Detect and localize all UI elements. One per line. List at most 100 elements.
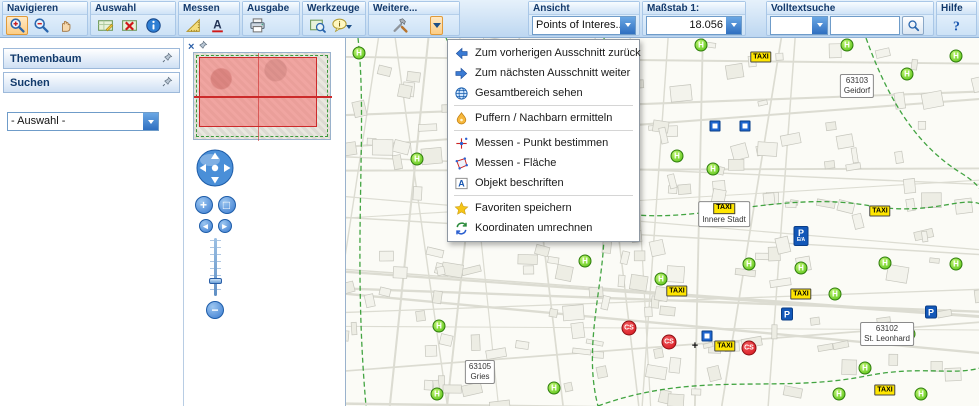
map-search-button[interactable]: [306, 16, 328, 35]
menu-item-previous-extent[interactable]: Zum vorherigen Ausschnitt zurück: [450, 43, 641, 63]
toolbar-group-messen: Messen A: [178, 1, 240, 36]
taxi-stand-marker[interactable]: TAXI: [714, 340, 736, 352]
svg-text:A: A: [458, 178, 465, 188]
transit-stop-marker[interactable]: H: [949, 49, 963, 63]
feature-info-button[interactable]: [142, 16, 164, 35]
chevron-down-icon[interactable]: [812, 16, 827, 34]
menu-item-measure-point[interactable]: Messen - Punkt bestimmen: [450, 133, 637, 153]
zoom-slider-handle[interactable]: [209, 278, 222, 284]
transit-stop-marker[interactable]: H: [352, 46, 366, 60]
pan-compass[interactable]: [195, 148, 235, 191]
more-tools-dropdown-button[interactable]: [430, 15, 443, 35]
panel-header-themenbaum[interactable]: Themenbaum: [3, 48, 180, 69]
zoom-out-tool-button[interactable]: [30, 16, 52, 35]
overview-map[interactable]: [193, 52, 332, 141]
map-navigation-widget: + □ ◂ ▸ −: [193, 148, 237, 319]
transit-stop-marker[interactable]: H: [654, 272, 668, 286]
transit-stop-marker[interactable]: H: [742, 257, 756, 271]
menu-item-full-extent[interactable]: Gesamtbereich sehen: [450, 83, 637, 103]
panel-title-suchen: Suchen: [10, 76, 50, 89]
chevron-down-icon[interactable]: [620, 16, 635, 34]
taxi-stand-marker[interactable]: TAXI: [874, 384, 896, 396]
parking-marker[interactable]: P: [781, 307, 793, 321]
chevron-down-icon[interactable]: [143, 113, 158, 130]
crosshair-marker[interactable]: +: [692, 340, 698, 352]
info-icon: [145, 17, 162, 34]
group-label: Hilfe: [937, 2, 976, 15]
transit-stop-marker[interactable]: H: [949, 257, 963, 271]
taxi-stand-marker[interactable]: TAXI: [790, 288, 812, 300]
panel-header-suchen[interactable]: Suchen: [3, 72, 180, 93]
menu-item-measure-area[interactable]: Messen - Fläche: [450, 153, 637, 173]
transit-stop-marker[interactable]: H: [902, 327, 916, 341]
zoom-out-button[interactable]: −: [206, 301, 224, 319]
menu-item-save-favorite[interactable]: Favoriten speichern: [450, 198, 637, 218]
transit-stop-marker[interactable]: H: [670, 149, 684, 163]
annotate-button[interactable]: A: [206, 16, 228, 35]
menu-item-label: Zum vorherigen Ausschnitt zurück: [475, 47, 641, 59]
carsharing-marker[interactable]: CS: [741, 340, 757, 356]
more-tools-button[interactable]: [372, 16, 428, 35]
menu-item-label-object[interactable]: A Objekt beschriften: [450, 173, 637, 193]
toolbar-group-hilfe: Hilfe ?: [936, 1, 977, 36]
menu-item-label: Messen - Punkt bestimmen: [475, 137, 609, 149]
zoom-in-button[interactable]: +: [194, 196, 213, 214]
taxi-stand-marker[interactable]: TAXI: [750, 51, 772, 63]
menu-item-buffer[interactable]: Puffern / Nachbarn ermitteln: [450, 108, 637, 128]
pan-tool-button[interactable]: [54, 16, 76, 35]
taxi-stand-marker[interactable]: TAXI: [869, 205, 891, 217]
clear-selection-icon: [121, 17, 138, 34]
menu-item-label: Objekt beschriften: [475, 177, 564, 189]
info-balloon-button[interactable]: i: [330, 16, 352, 35]
transit-stop-marker[interactable]: H: [410, 152, 424, 166]
transit-stop-marker[interactable]: H: [840, 38, 854, 52]
search-button[interactable]: [902, 15, 924, 35]
save-favorite-icon: [454, 201, 469, 216]
transit-stop-marker[interactable]: H: [432, 319, 446, 333]
next-extent-button[interactable]: ▸: [217, 219, 232, 233]
print-button[interactable]: [246, 16, 268, 35]
clear-selection-button[interactable]: [118, 16, 140, 35]
fulltext-search-input[interactable]: [830, 15, 900, 35]
carsharing-marker[interactable]: CS: [621, 320, 637, 336]
transit-stop-marker[interactable]: H: [794, 261, 808, 275]
pin-icon[interactable]: [162, 76, 173, 90]
transit-stop-marker[interactable]: H: [828, 287, 842, 301]
taxi-stand-marker[interactable]: TAXI: [666, 285, 688, 297]
zoom-in-tool-button[interactable]: [6, 15, 28, 35]
transit-stop-marker[interactable]: H: [878, 256, 892, 270]
map-canvas[interactable]: HHHHHHHHHHHHHHHHHHHHHHHHTAXITAXITAXITAXI…: [345, 38, 979, 406]
carsharing-marker[interactable]: CS: [661, 334, 677, 350]
parking-marker[interactable]: P: [925, 305, 937, 319]
svg-text:A: A: [213, 18, 222, 31]
transit-stop-marker[interactable]: H: [900, 67, 914, 81]
menu-item-convert-coordinates[interactable]: Koordinaten umrechnen: [450, 218, 637, 238]
transit-stop-marker[interactable]: H: [430, 387, 444, 401]
select-features-button[interactable]: [94, 16, 116, 35]
help-button[interactable]: ?: [946, 16, 968, 35]
pin-icon[interactable]: [162, 52, 173, 66]
parking-garage-marker[interactable]: P E/A: [793, 226, 809, 246]
transit-stop-marker[interactable]: H: [832, 387, 846, 401]
chevron-down-icon: [432, 22, 441, 32]
transit-stop-marker[interactable]: H: [547, 381, 561, 395]
poi-marker[interactable]: [739, 120, 751, 132]
transit-stop-marker[interactable]: H: [914, 387, 928, 401]
scale-select[interactable]: 18.056: [646, 15, 742, 35]
zoom-window-button[interactable]: □: [217, 196, 236, 214]
chevron-down-icon[interactable]: [726, 16, 741, 34]
poi-marker[interactable]: [709, 120, 721, 132]
poi-marker[interactable]: [701, 330, 713, 342]
search-category-select[interactable]: - Auswahl -: [7, 112, 159, 131]
question-mark-icon: ?: [948, 17, 965, 34]
transit-stop-marker[interactable]: H: [578, 254, 592, 268]
transit-stop-marker[interactable]: H: [706, 162, 720, 176]
zoom-slider[interactable]: [208, 238, 222, 296]
fulltext-category-select[interactable]: [770, 15, 828, 35]
transit-stop-marker[interactable]: H: [694, 38, 708, 52]
transit-stop-marker[interactable]: H: [858, 361, 872, 375]
previous-extent-button[interactable]: ◂: [198, 219, 213, 233]
menu-item-next-extent[interactable]: Zum nächsten Ausschnitt weiter: [450, 63, 637, 83]
measure-distance-button[interactable]: [182, 16, 204, 35]
view-select[interactable]: Points of Interes...: [532, 15, 636, 35]
